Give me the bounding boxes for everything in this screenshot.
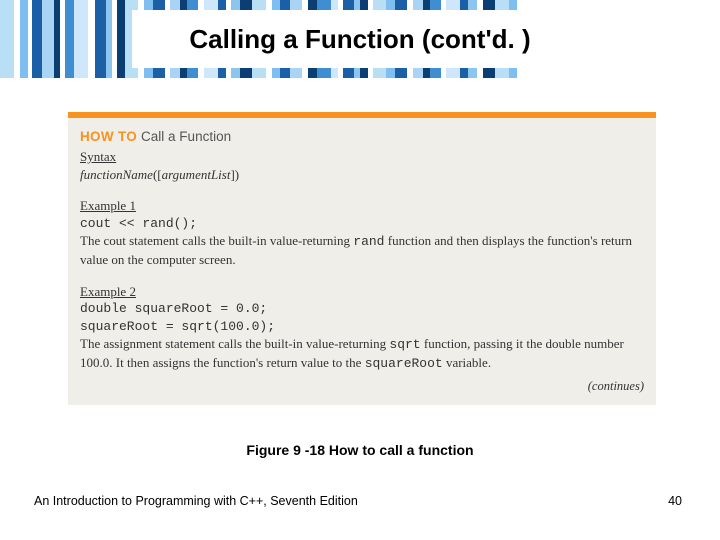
page-number: 40 (668, 494, 682, 508)
title-banner: Calling a Function (cont'd. ) (0, 0, 720, 78)
syntax-text: functionName([argumentList]) (80, 166, 644, 184)
syntax-close: ]) (230, 167, 239, 182)
howto-header: HOW TO Call a Function (80, 128, 644, 146)
example2-code-line1: double squareRoot = 0.0; (80, 300, 644, 318)
ex2-body-a: The assignment statement calls the built… (80, 336, 389, 351)
slide-title: Calling a Function (cont'd. ) (0, 0, 720, 78)
howto-label: HOW TO (80, 129, 137, 144)
example1-body: The cout statement calls the built-in va… (80, 232, 644, 268)
howto-box: HOW TO Call a Function Syntax functionNam… (68, 118, 656, 405)
ex2-code-inline2: squareRoot (365, 356, 443, 371)
example2-code-line2: squareRoot = sqrt(100.0); (80, 318, 644, 336)
slide-title-text: Calling a Function (cont'd. ) (189, 24, 530, 55)
syntax-heading: Syntax (80, 148, 644, 166)
howto-subject: Call a Function (141, 129, 231, 144)
example2-heading: Example 2 (80, 283, 644, 301)
footer-text: An Introduction to Programming with C++,… (34, 494, 682, 508)
syntax-arg: argumentList (162, 167, 231, 182)
figure-caption: Figure 9 -18 How to call a function (0, 442, 720, 458)
continues-label: (continues) (80, 378, 644, 395)
ex2-code-inline1: sqrt (389, 337, 420, 352)
example1-heading: Example 1 (80, 197, 644, 215)
ex2-body-c: variable. (443, 355, 491, 370)
ex1-body-a: The cout statement calls the built-in va… (80, 233, 353, 248)
syntax-fn: functionName (80, 167, 153, 182)
ex1-code-inline: rand (353, 234, 384, 249)
syntax-open: ([ (153, 167, 162, 182)
example1-code: cout << rand(); (80, 215, 644, 233)
figure-box: HOW TO Call a Function Syntax functionNam… (68, 112, 656, 405)
example2-body: The assignment statement calls the built… (80, 335, 644, 372)
